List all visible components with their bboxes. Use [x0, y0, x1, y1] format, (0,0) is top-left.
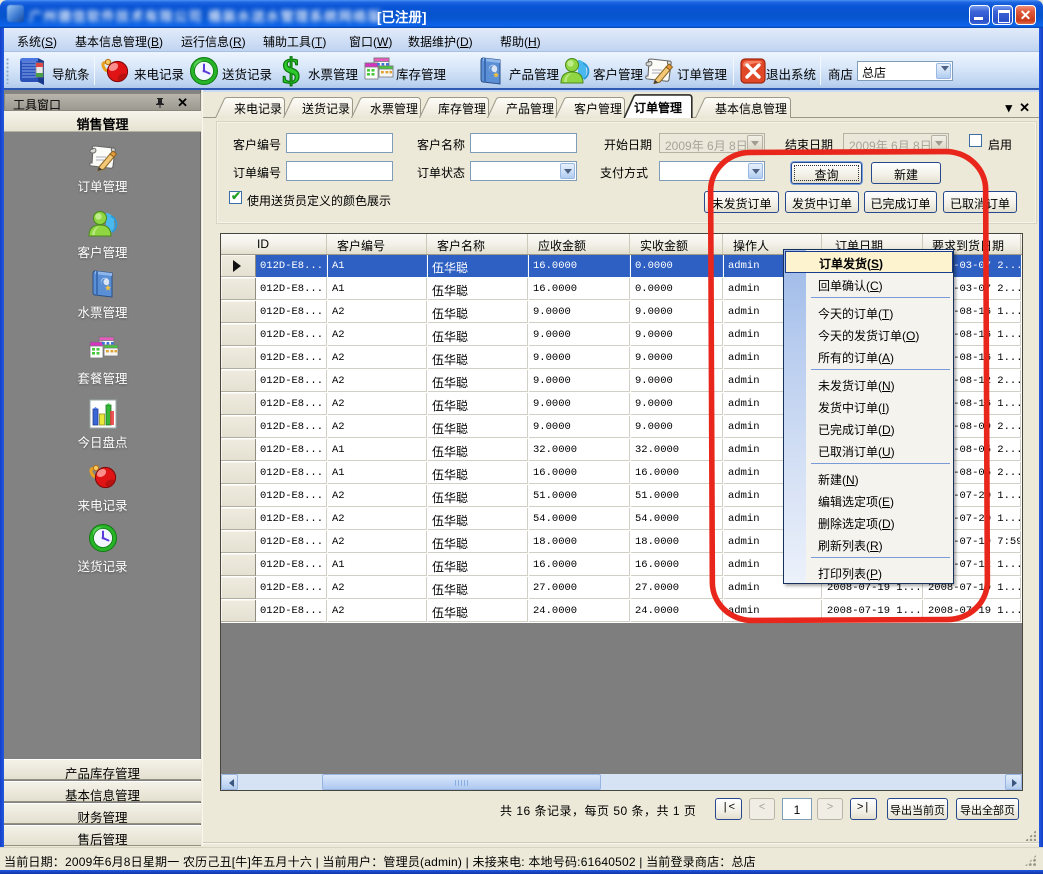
svg-text:$: $: [282, 53, 300, 89]
